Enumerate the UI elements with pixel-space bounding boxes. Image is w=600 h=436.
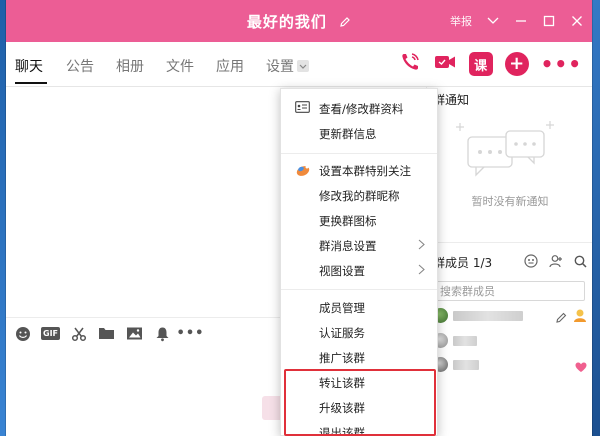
menu-divider	[281, 289, 437, 290]
class-button[interactable]: 课	[468, 52, 493, 76]
menu-divider	[281, 153, 437, 154]
group-chat-window: 最好的我们 举报 聊天 公告 相册 文件 应用 设置 课 + ••• GIF •…	[6, 0, 592, 436]
menu-item-label: 更换群图标	[319, 214, 377, 228]
window-controls: 举报	[450, 0, 584, 42]
image-icon[interactable]	[126, 325, 143, 342]
menu-item-label: 退出该群	[319, 426, 365, 436]
menu-item-label: 查看/修改群资料	[319, 102, 404, 116]
panel-divider	[427, 242, 592, 243]
tab-announcement[interactable]: 公告	[66, 56, 94, 76]
menu-item-special-attention[interactable]: 设置本群特别关注	[281, 158, 437, 182]
notice-empty-text: 暂时没有新通知	[471, 195, 549, 208]
group-name: 最好的我们	[246, 13, 327, 31]
menu-item-label: 设置本群特别关注	[319, 164, 411, 178]
edit-name-icon[interactable]	[339, 14, 351, 32]
menu-item-label: 转让该群	[319, 376, 365, 390]
video-call-icon[interactable]	[433, 51, 457, 77]
tab-chat[interactable]: 聊天	[15, 56, 43, 76]
menu-item-label: 成员管理	[319, 301, 365, 315]
active-tab-indicator	[15, 82, 47, 84]
voice-call-icon[interactable]	[399, 51, 421, 77]
minimize-button[interactable]	[514, 14, 528, 28]
menu-item-certification[interactable]: 认证服务	[281, 320, 437, 344]
more-icon[interactable]: •••	[541, 54, 582, 74]
tab-settings-label: 设置	[266, 59, 294, 75]
add-icon[interactable]: +	[504, 52, 529, 76]
menu-item-label: 视图设置	[319, 264, 365, 278]
menu-item-message-settings[interactable]: 群消息设置	[281, 233, 437, 257]
member-name-redacted	[453, 360, 479, 370]
member-search-placeholder: 搜索群成员	[440, 285, 495, 298]
member-name-redacted	[453, 336, 477, 346]
more-tools-icon[interactable]: •••	[177, 325, 204, 342]
menu-item-label: 认证服务	[319, 326, 365, 340]
tab-album[interactable]: 相册	[116, 56, 144, 76]
member-mode-icon[interactable]	[524, 253, 538, 272]
right-panel: 群通知 暂时没有新通知 群成员 1/3 搜索群成员	[426, 87, 592, 436]
menu-item-refresh-group-info[interactable]: 更新群信息	[281, 121, 437, 145]
settings-menu: 查看/修改群资料 更新群信息 设置本群特别关注 修改我的群昵称 更换群图标 群消…	[280, 88, 438, 436]
menu-item-change-group-icon[interactable]: 更换群图标	[281, 208, 437, 232]
bell-icon[interactable]	[154, 325, 171, 342]
empty-notice-illustration-icon	[452, 117, 562, 191]
member-search-input[interactable]: 搜索群成员	[433, 281, 585, 301]
close-button[interactable]	[570, 14, 584, 28]
menu-item-label: 升级该群	[319, 401, 365, 415]
menu-item-label: 修改我的群昵称	[319, 189, 400, 203]
member-actions	[524, 253, 587, 272]
header-actions: 课 + •••	[399, 51, 582, 77]
special-attention-icon	[295, 163, 311, 177]
tab-settings[interactable]: 设置	[266, 56, 309, 76]
gif-icon[interactable]: GIF	[41, 325, 61, 342]
member-row[interactable]	[433, 331, 587, 351]
tab-files[interactable]: 文件	[166, 56, 194, 76]
emoji-icon[interactable]	[14, 325, 31, 342]
title-bar: 最好的我们 举报	[6, 0, 592, 42]
owner-badge-icon	[573, 308, 587, 327]
menu-item-member-management[interactable]: 成员管理	[281, 295, 437, 319]
heart-icon	[575, 358, 587, 377]
menu-item-label: 更新群信息	[319, 127, 377, 141]
menu-item-promote-group[interactable]: 推广该群	[281, 345, 437, 369]
notice-title: 群通知	[433, 93, 470, 107]
menu-item-upgrade-group[interactable]: 升级该群	[281, 395, 437, 419]
chevron-right-icon	[418, 239, 425, 253]
menu-item-label: 群消息设置	[319, 239, 377, 253]
settings-dropdown-icon	[297, 60, 309, 72]
maximize-button[interactable]	[542, 14, 556, 28]
add-member-icon[interactable]	[549, 253, 563, 272]
edit-nickname-icon[interactable]	[555, 309, 568, 328]
profile-card-icon	[295, 101, 311, 115]
search-icon[interactable]	[574, 253, 587, 272]
member-row[interactable]	[433, 355, 587, 375]
menu-item-view-settings[interactable]: 视图设置	[281, 258, 437, 282]
gif-label: GIF	[41, 327, 61, 340]
menu-item-transfer-group[interactable]: 转让该群	[281, 370, 437, 394]
folder-icon[interactable]	[98, 325, 115, 342]
menu-item-label: 推广该群	[319, 351, 365, 365]
member-name-redacted	[453, 311, 523, 321]
chevron-down-icon[interactable]	[486, 14, 500, 28]
scissors-icon[interactable]	[70, 325, 87, 342]
member-row[interactable]	[433, 306, 587, 326]
members-title: 群成员 1/3	[433, 256, 493, 270]
menu-item-edit-my-nickname[interactable]: 修改我的群昵称	[281, 183, 437, 207]
menu-item-view-edit-group-info[interactable]: 查看/修改群资料	[281, 96, 437, 120]
tab-bar: 聊天 公告 相册 文件 应用 设置 课 + •••	[6, 42, 592, 87]
report-button[interactable]: 举报	[450, 13, 472, 29]
tab-apps[interactable]: 应用	[216, 56, 244, 76]
chevron-right-icon	[418, 264, 425, 278]
menu-item-quit-group[interactable]: 退出该群	[281, 420, 437, 436]
